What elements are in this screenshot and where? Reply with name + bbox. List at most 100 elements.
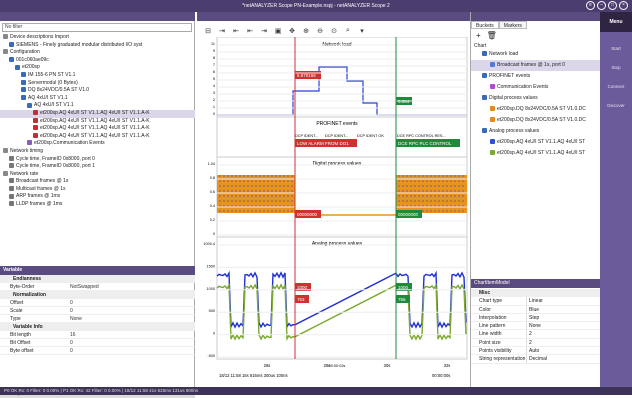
bucket-item[interactable]: Digital process values — [471, 93, 601, 104]
bucket-item[interactable]: et200sp.DQ 8x24VDC/0.5A ST V1.0.DC — [471, 115, 601, 126]
toolbar-icon[interactable]: ⇤ — [231, 27, 241, 35]
device-tree-item[interactable]: et200sp — [0, 64, 195, 72]
toolbar-icon[interactable]: ⌕ — [343, 27, 353, 35]
analog-marker-3-value: 1000 — [398, 285, 409, 290]
add-icon[interactable]: + — [476, 31, 481, 40]
bucket-item[interactable]: et200sp.AQ 4xU/I ST V1.1.AQ 4xU/I ST — [471, 137, 601, 148]
stop-button[interactable]: Stop — [600, 65, 632, 70]
model-property-row[interactable]: Color Blue — [471, 305, 601, 314]
bucket-item[interactable]: et200sp.DQ 8x24VDC/0.5A ST V1.0.DC — [471, 104, 601, 115]
tree-item-icon — [33, 132, 38, 138]
property-row[interactable]: Offset 0 — [0, 299, 195, 307]
toolbar-icon[interactable]: ▾ — [357, 27, 367, 35]
time-tick-label: 30s — [384, 363, 391, 368]
axis-tick-label: 500 — [209, 309, 215, 313]
device-tree-item[interactable]: Servermodul (0 Bytes) — [0, 80, 195, 88]
maximize-button[interactable]: □ — [608, 1, 617, 10]
device-tree-item[interactable]: Configuration — [0, 49, 195, 57]
property-row[interactable]: Scale 0 — [0, 307, 195, 315]
device-tree-item[interactable]: Network timing — [0, 148, 195, 156]
model-property-row[interactable]: Chart type Linear — [471, 297, 601, 306]
status-bar: P0 OK Rx: 0 Filter: 0 0.00% | P1 OK Rx: … — [0, 387, 632, 395]
bucket-item[interactable]: Network load — [471, 49, 601, 60]
delete-icon[interactable]: 🗑 — [487, 31, 497, 40]
property-row[interactable]: Normalization — [0, 291, 195, 299]
property-row[interactable]: Byte-Order NotSwapped — [0, 283, 195, 291]
device-tree-item[interactable]: et200sp.AQ 4xU/I ST V1.1.AQ 4xU/I ST V1.… — [0, 125, 195, 133]
property-row[interactable]: Bit Offset 0 — [0, 339, 195, 347]
toolbar-icon[interactable]: ⊙ — [329, 27, 339, 35]
alarm-text: LOW ALARM FROM DO1 — [297, 141, 349, 146]
device-tree-item[interactable]: Device descriptions Import — [0, 34, 195, 42]
analog-values-plot — [216, 236, 468, 360]
model-property-row[interactable]: Point size 2 — [471, 338, 601, 348]
tree-item-label: et200sp — [22, 64, 40, 71]
device-tree-item[interactable]: AQ 4xU/I ST V1.1 — [0, 95, 195, 103]
device-tree-item[interactable]: Multicast frames @ 1s — [0, 186, 195, 194]
model-property-value: 2 — [526, 330, 601, 338]
toolbar-icon[interactable]: ⊟ — [203, 27, 213, 35]
bucket-item[interactable]: Analog process values — [471, 126, 601, 137]
scope-charts[interactable]: Network load 6.570166 0.084 119876543210… — [197, 37, 470, 387]
device-tree-item[interactable]: IM 155-6 PN ST V1.1 — [0, 72, 195, 80]
bucket-item[interactable]: Broadcast frames @ 1s, port 0 — [471, 60, 601, 71]
digital-marker-right-value: 00000000 — [398, 212, 419, 217]
toolbar-icon[interactable]: ⇤ — [245, 27, 255, 35]
axis-tick-label: 1.04 — [208, 162, 215, 166]
device-tree-item[interactable]: et200sp.AQ 4xU/I ST V1.1.AQ 4xU/I ST V1.… — [0, 109, 195, 118]
property-row[interactable]: Endianness — [0, 275, 195, 283]
menu-button[interactable]: Menu — [600, 12, 632, 32]
device-tree-item[interactable]: 001c060ae09c — [0, 57, 195, 65]
device-tree-item[interactable]: Cycle time, FrameID 0x8000, port 0 — [0, 156, 195, 164]
property-key: Endianness — [13, 276, 42, 282]
device-tree-item[interactable]: LLDP frames @ 1ms — [0, 201, 195, 209]
bucket-item[interactable]: et200sp.AQ 4xU/I ST V1.1.AQ 4xU/I ST — [471, 148, 601, 159]
property-row[interactable]: Bit length 16 — [0, 331, 195, 339]
property-row[interactable]: Variable Info — [0, 323, 195, 331]
model-property-row[interactable]: Line pattern None — [471, 322, 601, 331]
bucket-item[interactable]: Communication Events — [471, 82, 601, 93]
device-tree-item[interactable]: SIEMENS - Finely graduated modular distr… — [0, 42, 195, 50]
device-tree-item[interactable]: ARP frames @ 1ms — [0, 193, 195, 201]
toolbar-icon[interactable]: ⊕ — [301, 27, 311, 35]
filter-input[interactable]: No filter — [2, 23, 192, 32]
model-property-value: Decimal — [526, 355, 601, 363]
device-tree-item[interactable]: et200sp.AQ 4xU/I ST V1.1.AQ 4xU/I ST V1.… — [0, 118, 195, 126]
axis-tick-label: 7 — [213, 63, 215, 67]
analog-marker-2-value: 763 — [297, 297, 305, 302]
tree-item-icon — [15, 64, 20, 70]
start-button[interactable]: Start — [600, 46, 632, 51]
property-row[interactable]: Byte offset 0 — [0, 347, 195, 355]
connect-button[interactable]: Connect — [600, 84, 632, 89]
toolbar-icon[interactable]: ⇥ — [217, 27, 227, 35]
close-button[interactable]: × — [619, 1, 628, 10]
model-property-row[interactable]: Points visibility Auto — [471, 347, 601, 356]
device-tree-item[interactable]: Cycle time, FrameID 0x8000, port 1 — [0, 163, 195, 171]
device-tree-item[interactable]: DQ 8x24VDC/0.5A ST V1.0 — [0, 87, 195, 95]
toolbar-icon[interactable]: ✥ — [287, 27, 297, 35]
menu-window-button[interactable]: ≡ — [586, 1, 595, 10]
model-property-row[interactable]: Line width 2 — [471, 330, 601, 339]
bucket-item[interactable]: PROFINET events — [471, 71, 601, 82]
device-tree-item[interactable]: AQ 4xU/I ST V1.1 — [0, 102, 195, 110]
tab-buckets[interactable]: Buckets — [471, 21, 499, 29]
tab-markers[interactable]: Markers — [498, 21, 527, 29]
device-tree-item[interactable]: et200sp.Communication Events — [0, 140, 195, 148]
discover-button[interactable]: Discover — [600, 103, 632, 108]
toolbar-icon[interactable]: ▣ — [273, 27, 283, 35]
model-property-row[interactable]: String representation Decimal — [471, 355, 601, 364]
axis-tick-label: 1000.4 — [203, 242, 215, 246]
device-tree-item[interactable]: Network rate — [0, 171, 195, 179]
device-tree-item[interactable]: Broadcast frames @ 1s — [0, 178, 195, 186]
time-span: 00:00:00s — [432, 373, 450, 378]
toolbar-icon[interactable]: ⇥ — [259, 27, 269, 35]
device-tree-item[interactable]: et200sp.AQ 4xU/I ST V1.1.AQ 4xU/I ST V1.… — [0, 133, 195, 141]
variable-properties: Endianness Byte-Order NotSwapped Normalizat… — [0, 275, 195, 355]
minimize-button[interactable]: – — [597, 1, 606, 10]
property-value — [73, 323, 195, 330]
model-property-row[interactable]: Interpolation Step — [471, 313, 601, 323]
toolbar-icon[interactable]: ⊖ — [315, 27, 325, 35]
misc-group[interactable]: Misc — [471, 289, 601, 298]
property-value: None — [70, 316, 82, 322]
property-row[interactable]: Type None — [0, 315, 195, 323]
